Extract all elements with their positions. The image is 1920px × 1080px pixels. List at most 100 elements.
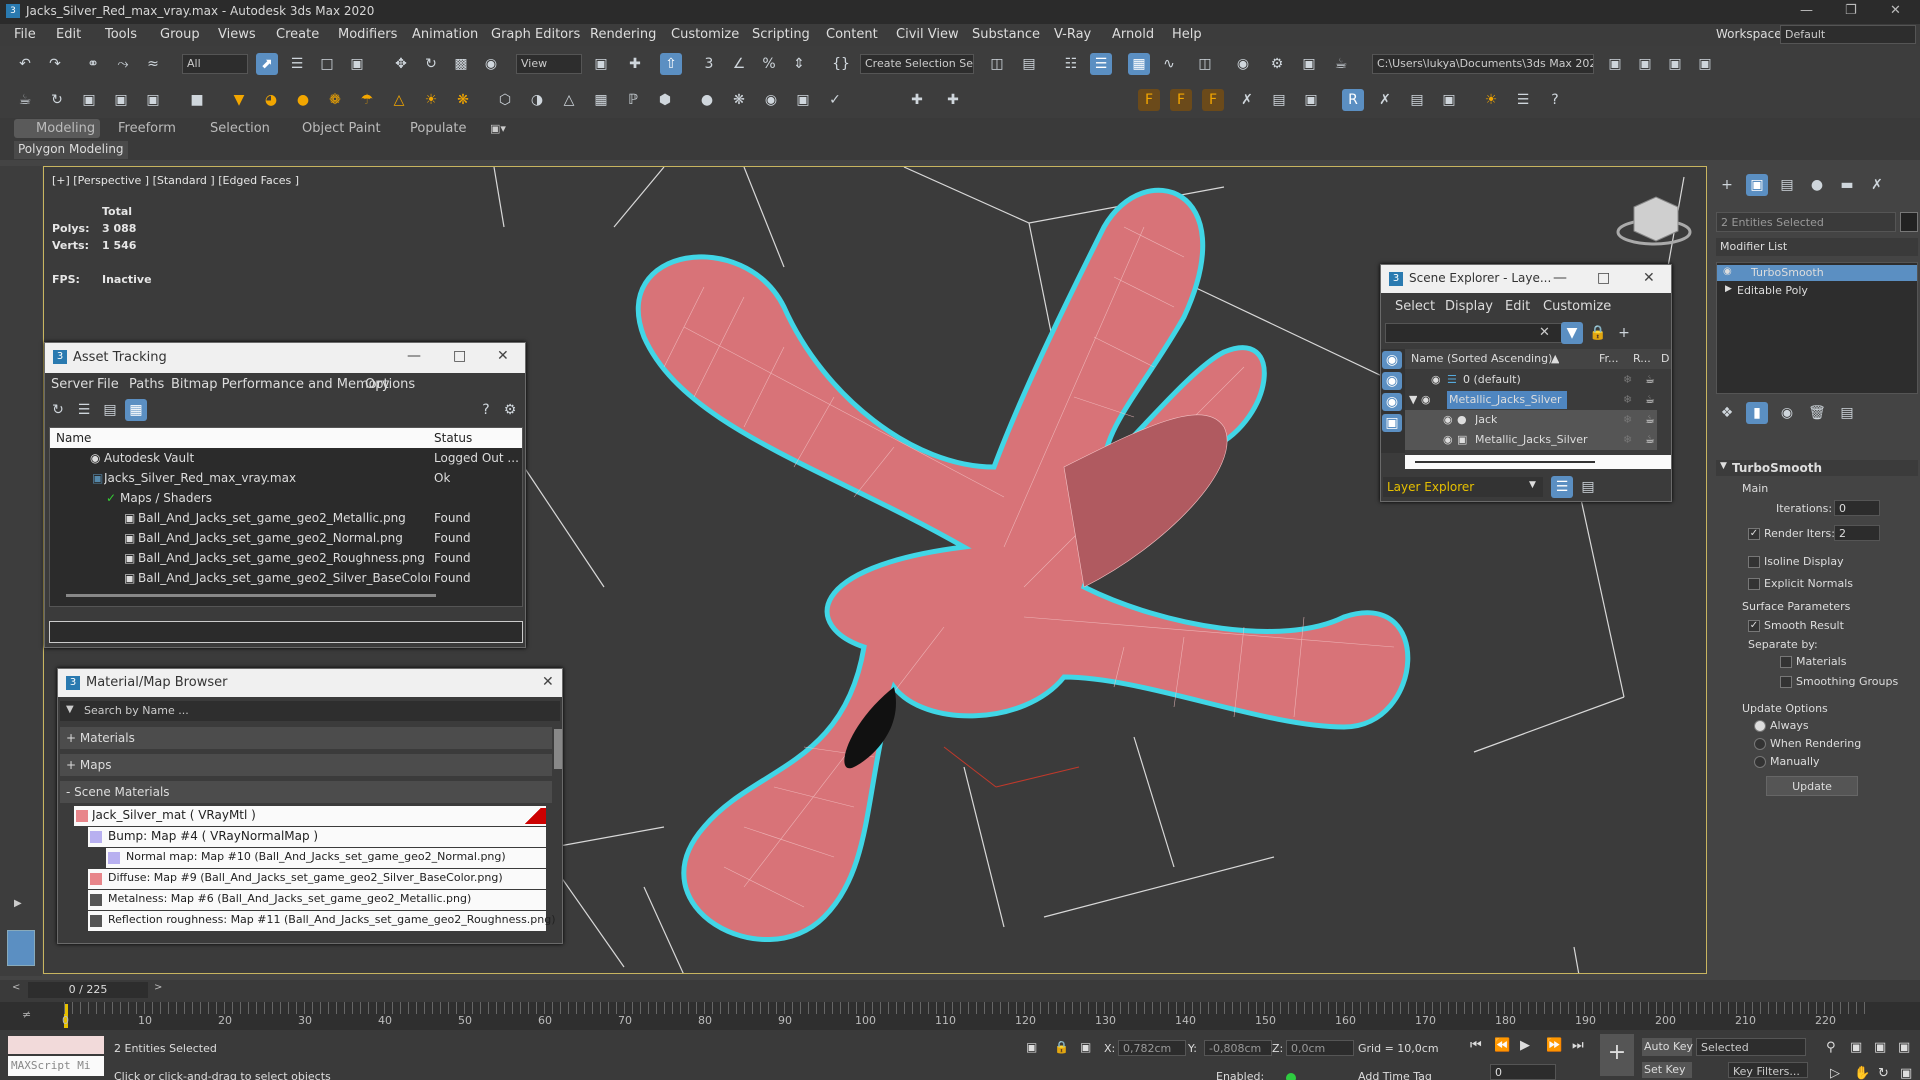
- menu-group[interactable]: Group: [160, 27, 200, 42]
- vray-scene-icon[interactable]: ⬢: [654, 89, 676, 111]
- menu-content[interactable]: Content: [826, 27, 878, 42]
- frame-buffer-icon[interactable]: ▣: [78, 89, 100, 111]
- scene-explorer-titlebar[interactable]: 3 Scene Explorer - Laye... — □ ✕: [1381, 265, 1671, 293]
- col-display[interactable]: D: [1661, 352, 1669, 365]
- render-iters-checkbox[interactable]: ✓: [1748, 528, 1760, 540]
- next-key-icon[interactable]: ⏩: [1546, 1038, 1562, 1053]
- play-icon[interactable]: ▶: [1520, 1038, 1530, 1053]
- scene-menu-edit[interactable]: Edit: [1505, 299, 1530, 314]
- set-key-button[interactable]: Set Key: [1642, 1062, 1692, 1078]
- asset-horizontal-scrollbar[interactable]: [66, 594, 436, 597]
- create-tab-icon[interactable]: +: [1716, 174, 1738, 196]
- maximize-viewport-icon[interactable]: ▣: [1900, 1066, 1912, 1080]
- ies-light-icon[interactable]: ❁: [324, 89, 346, 111]
- table-row[interactable]: ▣ Jacks_Silver_Red_max_vray.max Ok: [50, 469, 522, 489]
- multi-material-icon[interactable]: ❋: [728, 89, 750, 111]
- menu-customize[interactable]: Customize: [671, 27, 739, 42]
- select-by-name-icon[interactable]: ☰: [286, 53, 308, 75]
- isoline-display-checkbox[interactable]: [1748, 556, 1760, 568]
- x-coord-field[interactable]: 0,782cm: [1118, 1040, 1186, 1056]
- smoothing-groups-checkbox[interactable]: [1780, 676, 1792, 688]
- absolute-mode-icon[interactable]: ▣: [1080, 1040, 1091, 1054]
- menu-file[interactable]: File: [14, 27, 36, 42]
- asset-menu-server[interactable]: Server: [51, 377, 94, 392]
- display-tab-icon[interactable]: ▬: [1836, 174, 1858, 196]
- sphere-light-icon[interactable]: ●: [292, 89, 314, 111]
- asset-editor-icon[interactable]: ■: [186, 89, 208, 111]
- material-browser-titlebar[interactable]: 3 Material/Map Browser ✕: [58, 669, 562, 697]
- new-layer-icon[interactable]: +: [1613, 322, 1635, 344]
- object-name-field[interactable]: 2 Entities Selected: [1716, 212, 1896, 232]
- pivot-center-icon[interactable]: ▣: [590, 53, 612, 75]
- orbit-icon[interactable]: ↻: [1878, 1066, 1889, 1080]
- redo-icon[interactable]: ↷: [44, 53, 66, 75]
- schematic-view-icon[interactable]: ◫: [1194, 53, 1216, 75]
- table-row[interactable]: ▣ Ball_And_Jacks_set_game_geo2_Silver_Bas…: [50, 569, 522, 589]
- table-row[interactable]: ▣ Ball_And_Jacks_set_game_geo2_Metallic.p…: [50, 509, 522, 529]
- minimize-icon[interactable]: —: [1800, 3, 1813, 18]
- place-icon[interactable]: ◉: [480, 53, 502, 75]
- col-frozen[interactable]: Fr...: [1599, 352, 1619, 365]
- fur-icon[interactable]: ▦: [590, 89, 612, 111]
- selection-filter-dropdown[interactable]: All: [182, 54, 248, 74]
- viewport-label[interactable]: [+] [Perspective ] [Standard ] [Edged Fa…: [52, 174, 299, 187]
- menu-help[interactable]: Help: [1172, 27, 1202, 42]
- table-row[interactable]: ◉ ▣ Metallic_Jacks_Silver ❄ ☕: [1405, 430, 1657, 450]
- material-library-icon[interactable]: ▣: [792, 89, 814, 111]
- visibility-eye-icon[interactable]: ◉: [1443, 433, 1453, 446]
- scene-explorer-toggle-icon[interactable]: ☷: [1060, 53, 1082, 75]
- arnold-tools-icon[interactable]: ✗: [1236, 89, 1258, 111]
- freeze-icon[interactable]: ❄: [1623, 433, 1632, 446]
- menu-substance[interactable]: Substance: [972, 27, 1040, 42]
- arnold-wrench-icon[interactable]: ✗: [1374, 89, 1396, 111]
- render-setup-icon[interactable]: ⚙: [1266, 53, 1288, 75]
- select-manipulate-icon[interactable]: ✚: [624, 53, 646, 75]
- col-name-sorted[interactable]: Name (Sorted Ascending): [1411, 352, 1552, 365]
- zoom-extents-all-icon[interactable]: ▣: [1898, 1040, 1910, 1055]
- asset-menu-options[interactable]: Options: [365, 377, 415, 392]
- spinner-snap-icon[interactable]: ⇕: [788, 53, 810, 75]
- workspace-dropdown[interactable]: Default: [1780, 25, 1916, 44]
- hierarchy-tab-icon[interactable]: ▤: [1776, 174, 1798, 196]
- window-crossing-icon[interactable]: ▣: [346, 53, 368, 75]
- isolate-icon[interactable]: ▣: [1026, 1040, 1037, 1054]
- list-item[interactable]: Bump: Map #4 ( VRayNormalMap ): [88, 827, 546, 847]
- scene-minimize-icon[interactable]: —: [1553, 270, 1567, 286]
- pin-stack-icon[interactable]: ❖: [1716, 402, 1738, 424]
- render-teapot-icon[interactable]: ☕: [1645, 393, 1655, 406]
- proxy-icon[interactable]: ⬡: [494, 89, 516, 111]
- snaps-toggle-icon[interactable]: 3: [698, 53, 720, 75]
- render-teapot-icon[interactable]: ☕: [1645, 373, 1655, 386]
- motion-tab-icon[interactable]: ●: [1806, 174, 1828, 196]
- render-iters-spinner[interactable]: 2: [1834, 525, 1880, 541]
- project-create-icon[interactable]: ▣: [1634, 53, 1656, 75]
- group-materials[interactable]: + Materials: [60, 727, 552, 749]
- scene-horizontal-scrollbar[interactable]: [1405, 455, 1671, 469]
- group-maps[interactable]: + Maps: [60, 754, 552, 776]
- configure-sets-icon[interactable]: ▤: [1836, 402, 1858, 424]
- material-close-icon[interactable]: ✕: [542, 674, 554, 690]
- undo-icon[interactable]: ↶: [14, 53, 36, 75]
- asset-menu-file[interactable]: File: [97, 377, 119, 392]
- project-path-dropdown[interactable]: C:\Users\lukya\Documents\3ds Max 2022: [1372, 54, 1594, 74]
- project-settings-icon[interactable]: ▣: [1694, 53, 1716, 75]
- display-none-icon[interactable]: ◉: [1382, 351, 1402, 369]
- teapot-icon[interactable]: ☕: [14, 89, 36, 111]
- menu-tools[interactable]: Tools: [105, 27, 137, 42]
- next-frame-icon[interactable]: >: [154, 982, 162, 993]
- group-scene-materials[interactable]: - Scene Materials: [60, 781, 552, 803]
- sphere-material-icon[interactable]: ●: [696, 89, 718, 111]
- scene-maximize-icon[interactable]: □: [1597, 270, 1610, 286]
- collapse-arrow-icon[interactable]: ▼: [1409, 393, 1417, 406]
- arnold-rc-icon[interactable]: R: [1342, 89, 1364, 111]
- selection-lock-icon[interactable]: 🔒: [1054, 1040, 1069, 1054]
- enabled-indicator[interactable]: [1286, 1073, 1296, 1080]
- vray-light-icon[interactable]: ▼: [228, 89, 250, 111]
- viewport-layout-icon[interactable]: [7, 930, 35, 966]
- asset-settings-icon[interactable]: ⚙: [499, 399, 521, 421]
- manually-radio[interactable]: [1754, 756, 1766, 768]
- ribbon-options-icon[interactable]: ▣▾: [490, 122, 506, 135]
- scene-close-icon[interactable]: ✕: [1643, 270, 1655, 286]
- help-icon[interactable]: ?: [1544, 89, 1566, 111]
- always-radio[interactable]: [1754, 720, 1766, 732]
